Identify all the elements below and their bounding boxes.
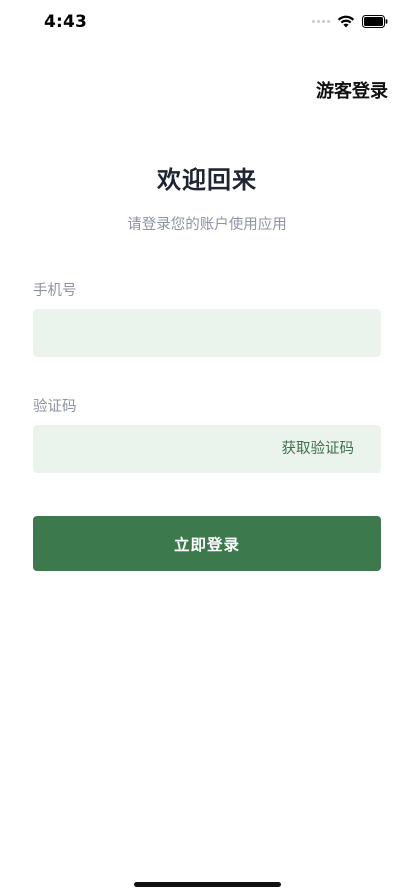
page-title: 欢迎回来 [157,166,257,194]
phone-label: 手机号 [33,283,77,299]
phone-input[interactable] [33,309,381,357]
login-button[interactable]: 立即登录 [33,516,381,571]
phone-field-container [33,309,381,357]
status-bar: 4:43 [0,0,414,44]
home-indicator [134,882,281,887]
code-label: 验证码 [33,399,77,415]
guest-login-button[interactable]: 游客登录 [316,77,388,103]
code-field-container: 获取验证码 [33,425,381,473]
battery-icon [362,15,388,28]
wifi-icon [337,15,355,28]
page-subtitle: 请登录您的账户使用应用 [127,217,287,233]
get-code-button[interactable]: 获取验证码 [282,425,355,473]
status-time: 4:43 [44,12,88,32]
status-icons [312,15,388,28]
cellular-signal-icon [312,20,330,23]
